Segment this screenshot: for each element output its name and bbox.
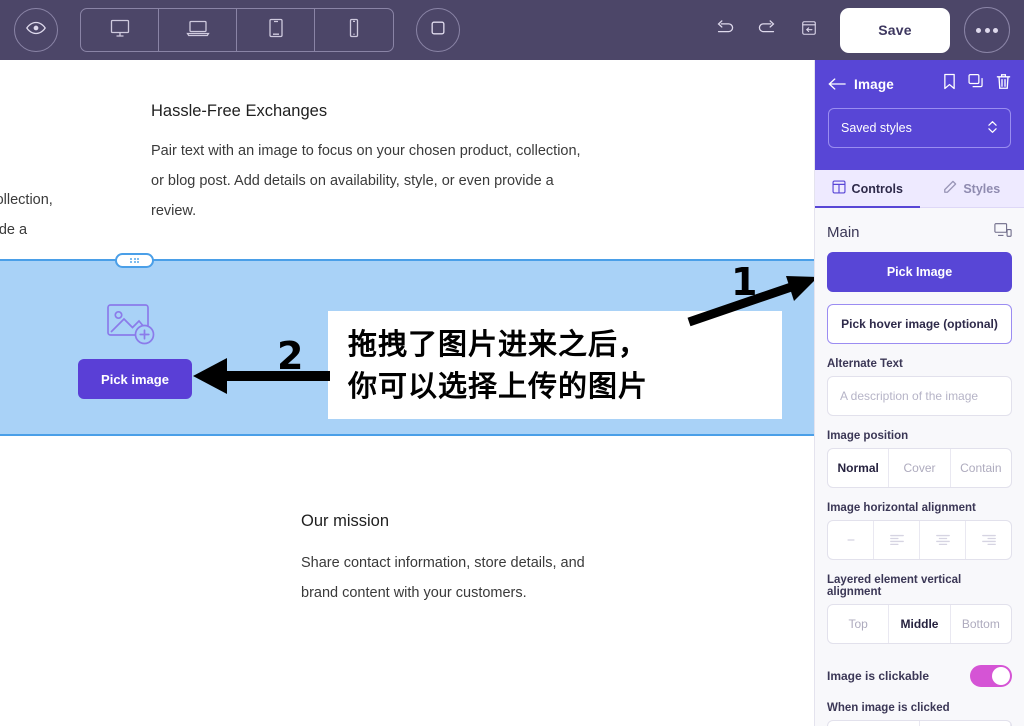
section-body-line-1: Pair text with an image to focus on your… xyxy=(151,143,581,159)
image-clickable-toggle[interactable] xyxy=(970,665,1012,687)
left-clipped-text-1: roduct, collection, xyxy=(0,192,53,208)
vertical-align-option-middle[interactable]: Middle xyxy=(889,605,951,643)
pick-image-button[interactable]: Pick Image xyxy=(827,252,1012,292)
horizontal-alignment-label: Image horizontal alignment xyxy=(827,502,976,514)
inspector-panel: Image Saved styles Controls Styles Main … xyxy=(814,60,1024,726)
device-desktop-button[interactable] xyxy=(81,9,159,51)
toolbar-actions: Save xyxy=(704,7,1024,53)
desktop-monitor-icon xyxy=(108,16,132,45)
saved-styles-label: Saved styles xyxy=(841,121,912,135)
fullscreen-button[interactable] xyxy=(416,8,460,52)
image-position-option-contain[interactable]: Contain xyxy=(951,449,1011,487)
left-align-icon[interactable] xyxy=(874,521,920,559)
section-title-our-mission: Our mission xyxy=(301,512,390,530)
when-image-clicked-label: When image is clicked xyxy=(827,702,950,714)
save-button[interactable]: Save xyxy=(840,7,950,53)
vertical-alignment-segmented: Top Middle Bottom xyxy=(827,604,1012,644)
annotation-callout-box: 拖拽了图片进来之后， 你可以选择上传的图片 xyxy=(328,311,782,419)
responsive-screen-icon[interactable] xyxy=(994,222,1012,243)
redo-button[interactable] xyxy=(746,8,788,52)
add-image-placeholder-icon xyxy=(106,302,158,353)
panel-tabs: Controls Styles xyxy=(815,170,1024,208)
section-body-line-2: or blog post. Add details on availabilit… xyxy=(151,173,554,189)
preview-button[interactable] xyxy=(14,8,58,52)
laptop-icon xyxy=(185,16,211,45)
image-position-label: Image position xyxy=(827,430,909,442)
tab-styles[interactable]: Styles xyxy=(920,170,1024,207)
alternate-text-input[interactable] xyxy=(827,376,1012,416)
revert-history-icon xyxy=(799,18,819,43)
image-clickable-row: Image is clickable xyxy=(827,658,1012,694)
redo-arrow-icon xyxy=(755,18,779,43)
pick-hover-image-label: Pick hover image (optional) xyxy=(841,317,998,331)
mission-body-line-2: brand content with your customers. xyxy=(301,585,527,601)
horizontal-alignment-segmented xyxy=(827,520,1012,560)
section-title-hassle-free: Hassle-Free Exchanges xyxy=(151,102,328,120)
canvas-pick-image-button[interactable]: Pick image xyxy=(78,359,192,399)
tab-controls-label: Controls xyxy=(851,181,903,196)
image-position-segmented: Normal Cover Contain xyxy=(827,448,1012,488)
more-options-button[interactable] xyxy=(964,7,1010,53)
when-image-clicked-segmented xyxy=(827,720,1012,726)
undo-arrow-icon xyxy=(713,18,737,43)
tab-styles-label: Styles xyxy=(963,181,1001,196)
device-mobile-button[interactable] xyxy=(315,9,393,51)
image-clickable-label: Image is clickable xyxy=(827,669,930,683)
mission-body-line-1: Share contact information, store details… xyxy=(301,555,585,571)
more-dots-icon xyxy=(993,27,998,33)
more-dots-icon xyxy=(984,27,990,33)
top-toolbar: Save xyxy=(0,0,1024,60)
fullscreen-square-icon xyxy=(428,18,448,43)
annotation-number-1: 1 xyxy=(731,260,758,304)
pick-hover-image-button[interactable]: Pick hover image (optional) xyxy=(827,304,1012,344)
chevron-updown-icon xyxy=(987,119,998,138)
device-tablet-button[interactable] xyxy=(237,9,315,51)
vertical-align-option-bottom[interactable]: Bottom xyxy=(951,605,1011,643)
image-position-option-cover[interactable]: Cover xyxy=(889,449,951,487)
tab-controls[interactable]: Controls xyxy=(815,170,920,208)
main-section-header: Main xyxy=(827,212,1012,252)
when-clicked-option-1[interactable] xyxy=(828,721,920,726)
bookmark-icon[interactable] xyxy=(943,73,956,95)
image-position-option-normal[interactable]: Normal xyxy=(828,449,890,487)
saved-styles-select[interactable]: Saved styles xyxy=(828,108,1011,148)
controls-panel-icon xyxy=(832,180,846,197)
vertical-align-option-top[interactable]: Top xyxy=(828,605,890,643)
align-none-option[interactable] xyxy=(828,521,874,559)
save-label: Save xyxy=(878,22,912,38)
canvas-pick-image-label: Pick image xyxy=(101,371,169,387)
back-arrow-icon[interactable] xyxy=(828,77,846,91)
vertical-alignment-label: Layered element vertical alignment xyxy=(827,574,962,598)
panel-body: Main Pick Image Pick hover image (option… xyxy=(815,212,1024,726)
mobile-phone-icon xyxy=(345,16,363,45)
tablet-icon xyxy=(265,16,287,45)
right-align-icon[interactable] xyxy=(966,521,1011,559)
history-button[interactable] xyxy=(788,8,830,52)
when-clicked-option-2[interactable] xyxy=(920,721,1011,726)
left-clipped-text-2: ven provide a xyxy=(0,222,28,238)
annotation-number-2: 2 xyxy=(277,334,304,378)
device-laptop-button[interactable] xyxy=(159,9,237,51)
drag-handle-icon[interactable] xyxy=(115,253,154,268)
more-dots-icon xyxy=(976,27,981,33)
alternate-text-label: Alternate Text xyxy=(827,358,903,370)
panel-header: Image Saved styles xyxy=(815,60,1024,170)
annotation-line-1: 拖拽了图片进来之后， xyxy=(348,327,649,361)
device-preview-group xyxy=(80,8,394,52)
pick-image-label: Pick Image xyxy=(886,265,953,279)
duplicate-icon[interactable] xyxy=(968,73,984,95)
pencil-icon xyxy=(943,180,957,197)
undo-button[interactable] xyxy=(704,8,746,52)
trash-icon[interactable] xyxy=(996,73,1011,95)
panel-title: Image xyxy=(854,76,895,92)
main-section-label: Main xyxy=(827,223,860,241)
eye-icon xyxy=(25,17,47,44)
section-body-line-3: review. xyxy=(151,203,197,219)
annotation-line-2: 你可以选择上传的图片 xyxy=(348,369,649,403)
center-align-icon[interactable] xyxy=(920,521,966,559)
